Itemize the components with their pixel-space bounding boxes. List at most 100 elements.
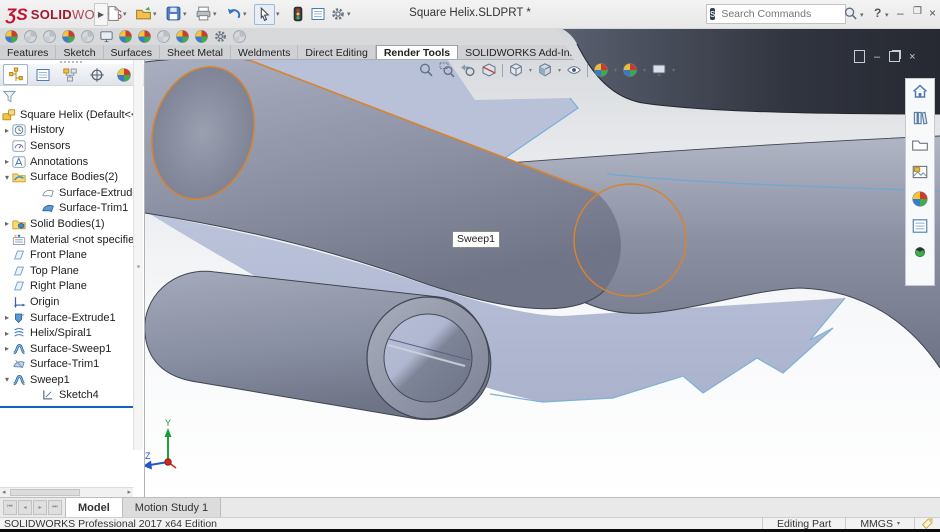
integrated-preview-icon[interactable] <box>99 29 114 44</box>
dropdown-caret-icon[interactable]: ▾ <box>885 11 889 19</box>
tree-item-surface-bodies[interactable]: ▾Surface Bodies(2) <box>0 169 133 185</box>
appearances-scenes-icon[interactable] <box>911 190 929 208</box>
scroll-right-arrow-icon[interactable]: ▸ <box>127 488 131 496</box>
tab-solidworks-add-ins[interactable]: SOLIDWORKS Add-Ins <box>458 45 583 59</box>
annotations-icon <box>12 155 26 169</box>
zoom-to-fit-icon[interactable] <box>418 62 434 78</box>
tab-motion-study-1[interactable]: Motion Study 1 <box>123 498 221 517</box>
task-pane <box>905 78 935 286</box>
tree-item-history[interactable]: ▸History <box>0 123 133 139</box>
tab-features[interactable]: Features <box>0 45 56 59</box>
edit-scene-icon[interactable] <box>61 29 76 44</box>
tab-surfaces[interactable]: Surfaces <box>104 45 160 59</box>
tree-item-sweep1[interactable]: ▾Sweep1 <box>0 372 133 388</box>
apply-scene-icon[interactable] <box>622 62 638 78</box>
edit-appearance-icon[interactable] <box>593 62 609 78</box>
tree-scrollbar[interactable] <box>133 60 143 450</box>
tab-direct-editing[interactable]: Direct Editing <box>298 45 375 59</box>
dropdown-caret-icon[interactable]: ▾ <box>860 11 864 19</box>
next-tab-button[interactable]: ▸ <box>33 500 47 515</box>
search-magnifier-icon[interactable] <box>843 5 858 23</box>
proof-sheet-icon[interactable] <box>232 29 247 44</box>
view-settings-icon[interactable] <box>651 62 667 78</box>
dropdown-caret-icon[interactable]: ▾ <box>672 67 675 74</box>
dimxpert-manager-tab[interactable] <box>84 64 109 85</box>
dropdown-caret-icon[interactable]: ▾ <box>529 67 532 74</box>
copy-appearance-icon[interactable] <box>23 29 38 44</box>
graphics-area[interactable]: Y Z <box>145 28 940 497</box>
edit-decal-icon[interactable] <box>80 29 95 44</box>
home-icon[interactable] <box>911 82 929 100</box>
tree-item-origin[interactable]: Origin <box>0 294 133 310</box>
tree-item-top-plane[interactable]: Top Plane <box>0 263 133 279</box>
last-tab-button[interactable]: ⏭ <box>48 500 62 515</box>
scrollbar-thumb[interactable] <box>10 489 80 496</box>
search-input[interactable] <box>719 7 858 21</box>
final-render-icon[interactable] <box>137 29 152 44</box>
document-menu-icon[interactable] <box>854 50 865 63</box>
status-tag[interactable] <box>914 518 940 529</box>
hide-show-items-icon[interactable] <box>566 62 582 78</box>
document-close-button[interactable]: × <box>909 51 915 63</box>
tree-item-annotations[interactable]: ▸Annotations <box>0 154 133 170</box>
tree-item-part-root[interactable]: Square Helix (Default<<Defaul <box>0 107 133 123</box>
tab-render-tools[interactable]: Render Tools <box>376 45 458 59</box>
custom-properties-icon[interactable] <box>911 217 929 235</box>
tree-item-surface-trim1[interactable]: Surface-Trim1 <box>0 357 133 373</box>
first-tab-button[interactable]: ⏮ <box>3 500 17 515</box>
render-options-icon[interactable] <box>213 29 228 44</box>
file-explorer-icon[interactable] <box>911 136 929 154</box>
sweep-tube-bore <box>384 314 472 402</box>
units-selector[interactable]: MMGS▾ <box>845 518 914 529</box>
recall-last-render-icon[interactable] <box>194 29 209 44</box>
minimize-button[interactable]: – <box>897 6 904 20</box>
search-commands-box[interactable]: S <box>706 4 846 24</box>
dropdown-caret-icon[interactable]: ▾ <box>558 67 561 74</box>
dropdown-caret-icon[interactable]: ▾ <box>643 67 646 74</box>
document-minimize-button[interactable]: – <box>874 51 880 63</box>
tree-horizontal-scrollbar[interactable]: ◂ ▸ <box>0 487 133 497</box>
schedule-render-icon[interactable] <box>175 29 190 44</box>
previous-tab-button[interactable]: ◂ <box>18 500 32 515</box>
document-restore-button[interactable] <box>889 51 900 62</box>
tree-item-helix-spiral1[interactable]: ▸Helix/Spiral1 <box>0 325 133 341</box>
tree-item-sensors[interactable]: Sensors <box>0 138 133 154</box>
scroll-left-arrow-icon[interactable]: ◂ <box>2 488 6 496</box>
section-view-icon[interactable] <box>481 62 497 78</box>
previous-view-icon[interactable] <box>460 62 476 78</box>
display-style-icon[interactable] <box>537 62 553 78</box>
filter-funnel-icon[interactable] <box>2 89 17 104</box>
restore-button[interactable]: ❐ <box>913 6 922 17</box>
property-manager-tab[interactable] <box>30 64 55 85</box>
tab-sheet-metal[interactable]: Sheet Metal <box>160 45 231 59</box>
tab-model[interactable]: Model <box>65 498 123 517</box>
preview-window-icon[interactable] <box>118 29 133 44</box>
view-orientation-icon[interactable] <box>508 62 524 78</box>
tab-sketch[interactable]: Sketch <box>56 45 103 59</box>
sensors-icon <box>12 139 26 153</box>
tree-item-surface-sweep1[interactable]: ▸Surface-Sweep1 <box>0 341 133 357</box>
render-region-icon[interactable] <box>156 29 171 44</box>
tree-item-sketch4[interactable]: Sketch4 <box>0 388 133 404</box>
tree-item-surface-extrude1[interactable]: ▸Surface-Extrude1 <box>0 310 133 326</box>
tree-item-surface-extrude1-body[interactable]: Surface-Extrude1 <box>0 185 133 201</box>
view-palette-icon[interactable] <box>911 163 929 181</box>
tree-item-material[interactable]: Material <not specified> <box>0 232 133 248</box>
dropdown-caret-icon[interactable]: ▾ <box>614 67 617 74</box>
tab-weldments[interactable]: Weldments <box>231 45 298 59</box>
configuration-manager-tab[interactable] <box>57 64 82 85</box>
close-button[interactable]: × <box>929 6 936 20</box>
tree-item-surface-trim1-body[interactable]: Surface-Trim1 <box>0 201 133 217</box>
edit-appearance-icon[interactable] <box>4 29 19 44</box>
solidworks-forum-icon[interactable] <box>913 244 927 258</box>
tree-item-front-plane[interactable]: Front Plane <box>0 247 133 263</box>
help-button[interactable]: ? <box>874 6 881 20</box>
zoom-to-area-icon[interactable] <box>439 62 455 78</box>
units-caret-icon[interactable]: ▾ <box>897 520 900 527</box>
tree-item-solid-bodies[interactable]: ▸Solid Bodies(1) <box>0 216 133 232</box>
rollback-bar[interactable] <box>0 406 133 408</box>
paste-appearance-icon[interactable] <box>42 29 57 44</box>
design-library-icon[interactable] <box>911 109 929 127</box>
tree-item-right-plane[interactable]: Right Plane <box>0 279 133 295</box>
feature-tree-tab[interactable] <box>3 64 28 85</box>
